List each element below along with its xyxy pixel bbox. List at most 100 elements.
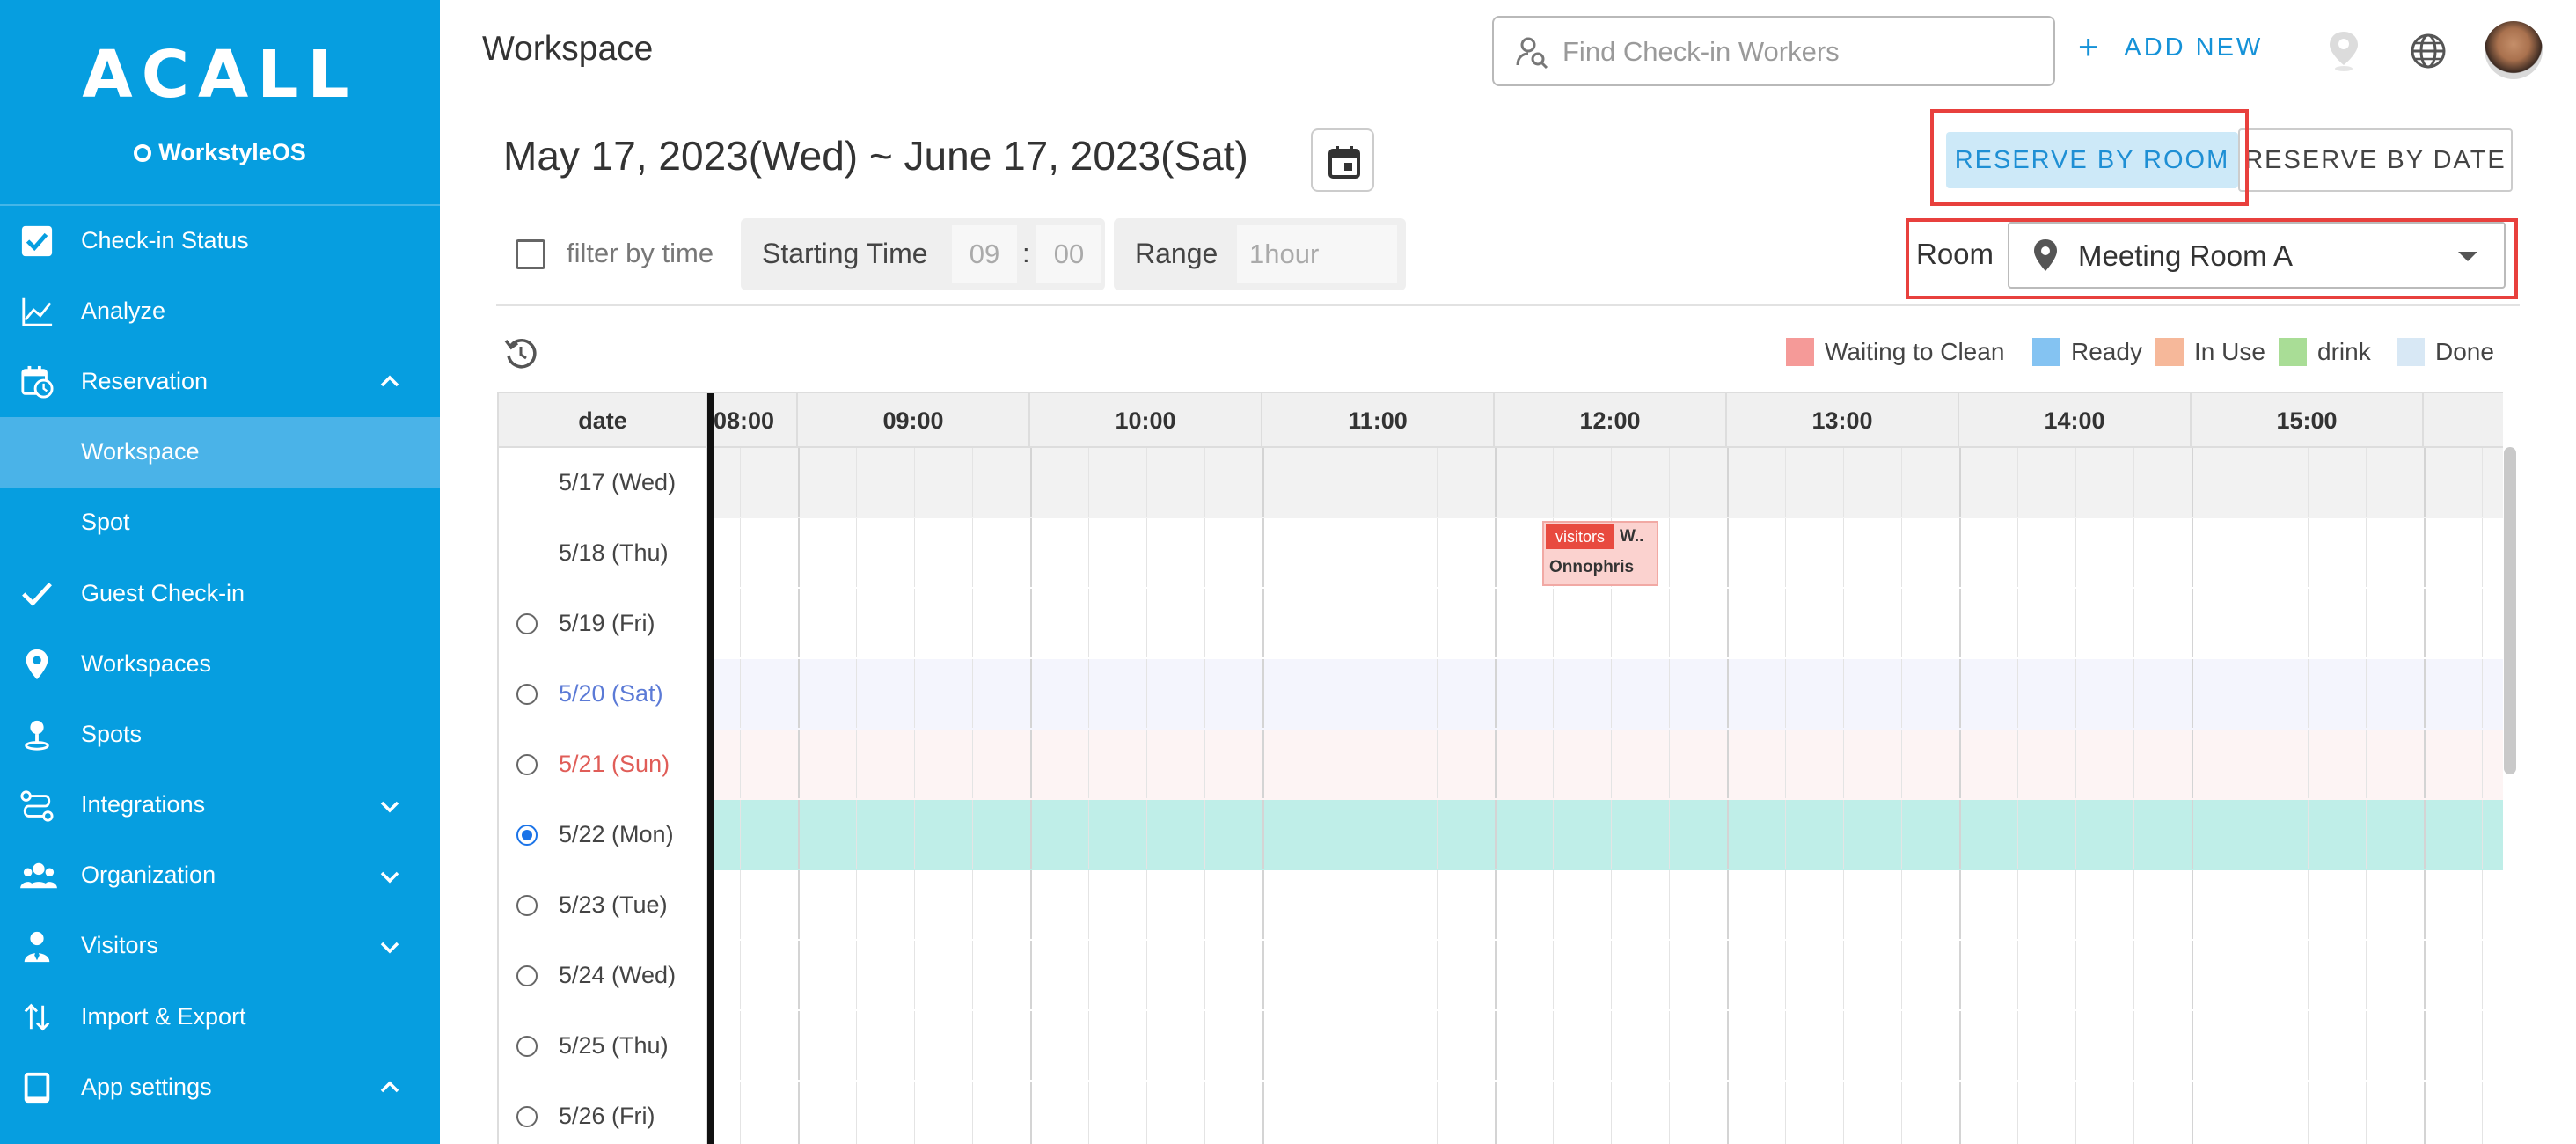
date-radio[interactable] xyxy=(516,1106,538,1127)
date-radio[interactable] xyxy=(516,825,538,846)
slot-divider xyxy=(2482,730,2483,798)
hour-header: 08:00 xyxy=(710,393,798,448)
starting-time-group: Starting Time 09 : 00 xyxy=(741,218,1105,290)
sidebar-item-reservation[interactable]: Reservation xyxy=(0,346,440,416)
slot-divider xyxy=(798,1082,800,1144)
reservation-tag: visitors xyxy=(1546,524,1614,549)
hour-header: 11:00 xyxy=(1262,393,1495,448)
slot-divider xyxy=(856,1011,857,1080)
slot-divider xyxy=(2075,1082,2076,1144)
time-slots[interactable] xyxy=(710,589,2503,659)
reservation-block[interactable]: visitors W.. Onnophris xyxy=(1542,521,1658,586)
slot-divider xyxy=(2017,448,2018,517)
filter-by-time-checkbox[interactable] xyxy=(516,239,545,269)
slot-divider xyxy=(1030,730,1032,798)
date-radio[interactable] xyxy=(516,754,538,775)
chevron-up-icon[interactable] xyxy=(377,1074,403,1101)
time-slots[interactable] xyxy=(710,1082,2503,1144)
date-radio[interactable] xyxy=(516,965,538,986)
sidebar-item-guest-check-in[interactable]: Guest Check-in xyxy=(0,558,440,628)
slot-divider xyxy=(1669,800,1670,869)
slot-divider xyxy=(2308,730,2309,798)
sidebar-item-spot[interactable]: Spot xyxy=(0,488,440,558)
slot-divider xyxy=(1204,518,1205,587)
sidebar-item-check-in-status[interactable]: Check-in Status xyxy=(0,205,440,275)
date-radio[interactable] xyxy=(516,895,538,916)
calendar-button[interactable] xyxy=(1311,128,1374,192)
slot-divider xyxy=(1204,800,1205,869)
time-slots[interactable] xyxy=(710,448,2503,518)
slot-divider xyxy=(1553,659,1554,728)
slot-divider xyxy=(1495,730,1497,798)
start-hour-input[interactable]: 09 xyxy=(952,225,1017,283)
globe-icon[interactable] xyxy=(2409,32,2448,70)
slot-divider xyxy=(1785,870,1786,939)
time-slots[interactable] xyxy=(710,870,2503,941)
chevron-down-icon[interactable] xyxy=(377,863,403,890)
sidebar-item-app-settings[interactable]: App settings xyxy=(0,1052,440,1122)
sidebar-item-label: Spot xyxy=(81,509,130,536)
date-radio[interactable] xyxy=(516,613,538,634)
grid-scrollbar[interactable] xyxy=(2504,447,2516,774)
search-input[interactable] xyxy=(1562,33,2038,70)
date-radio[interactable] xyxy=(516,684,538,705)
slot-divider xyxy=(1088,659,1089,728)
slot-divider xyxy=(1030,941,1032,1009)
slot-divider xyxy=(2133,659,2134,728)
slot-divider xyxy=(856,870,857,939)
sidebar-item-workspaces[interactable]: Workspaces xyxy=(0,628,440,699)
add-new-button[interactable]: + ADD NEW xyxy=(2078,30,2263,65)
checkbox-icon xyxy=(19,224,55,258)
slot-divider xyxy=(1727,589,1729,657)
slot-divider xyxy=(1204,870,1205,939)
slot-divider xyxy=(1146,800,1147,869)
slot-divider xyxy=(2192,800,2193,869)
slot-divider xyxy=(1262,1082,1264,1144)
sidebar-item-integrations[interactable]: Integrations xyxy=(0,770,440,840)
slot-divider xyxy=(2192,518,2193,587)
sidebar-item-organization[interactable]: Organization xyxy=(0,840,440,911)
date-label: 5/21 (Sun) xyxy=(559,751,670,777)
sidebar-item-import-export[interactable]: Import & Export xyxy=(0,981,440,1052)
refresh-icon[interactable] xyxy=(503,336,538,371)
reserve-by-date-button[interactable]: RESERVE BY DATE xyxy=(2238,128,2513,192)
date-range: May 17, 2023(Wed) ~ June 17, 2023(Sat) xyxy=(503,133,1248,179)
product-name: WorkstyleOS xyxy=(0,139,440,166)
chevron-down-icon[interactable] xyxy=(377,934,403,960)
slot-divider xyxy=(1959,941,1961,1009)
user-avatar[interactable] xyxy=(2485,21,2543,79)
range-input[interactable]: 1hour xyxy=(1237,225,1397,283)
location-pin-icon[interactable] xyxy=(2326,30,2361,72)
sidebar-item-workspace[interactable]: Workspace xyxy=(0,416,440,488)
time-slots[interactable] xyxy=(710,1011,2503,1082)
slot-divider xyxy=(1437,800,1438,869)
slot-divider xyxy=(1088,518,1089,587)
slot-divider xyxy=(1204,448,1205,517)
sidebar-item-spots[interactable]: Spots xyxy=(0,699,440,769)
table-row: 5/20 (Sat) xyxy=(499,659,2503,730)
slot-divider xyxy=(2017,730,2018,798)
date-cell: 5/24 (Wed) xyxy=(499,941,708,1011)
slot-divider xyxy=(1146,1011,1147,1080)
search-box[interactable] xyxy=(1492,16,2055,86)
time-slots[interactable] xyxy=(710,800,2503,870)
time-slots[interactable] xyxy=(710,730,2503,800)
sidebar-item-visitors[interactable]: Visitors xyxy=(0,911,440,981)
chevron-up-icon[interactable] xyxy=(377,369,403,395)
legend-swatch xyxy=(1786,338,1814,366)
slot-divider xyxy=(2424,730,2426,798)
slot-divider xyxy=(1843,659,1844,728)
slot-divider xyxy=(1843,589,1844,657)
slot-divider xyxy=(1262,1011,1264,1080)
sidebar-item-analyze[interactable]: Analyze xyxy=(0,275,440,346)
chevron-down-icon[interactable] xyxy=(377,793,403,819)
slot-divider xyxy=(972,941,973,1009)
time-slots[interactable] xyxy=(710,659,2503,730)
date-radio[interactable] xyxy=(516,1036,538,1057)
slot-divider xyxy=(1146,870,1147,939)
time-slots[interactable] xyxy=(710,941,2503,1011)
legend-label: Waiting to Clean xyxy=(1825,338,2005,365)
start-minute-input[interactable]: 00 xyxy=(1036,225,1101,283)
sidebar-item-label: Analyze xyxy=(81,297,166,324)
slot-divider xyxy=(1204,1082,1205,1144)
